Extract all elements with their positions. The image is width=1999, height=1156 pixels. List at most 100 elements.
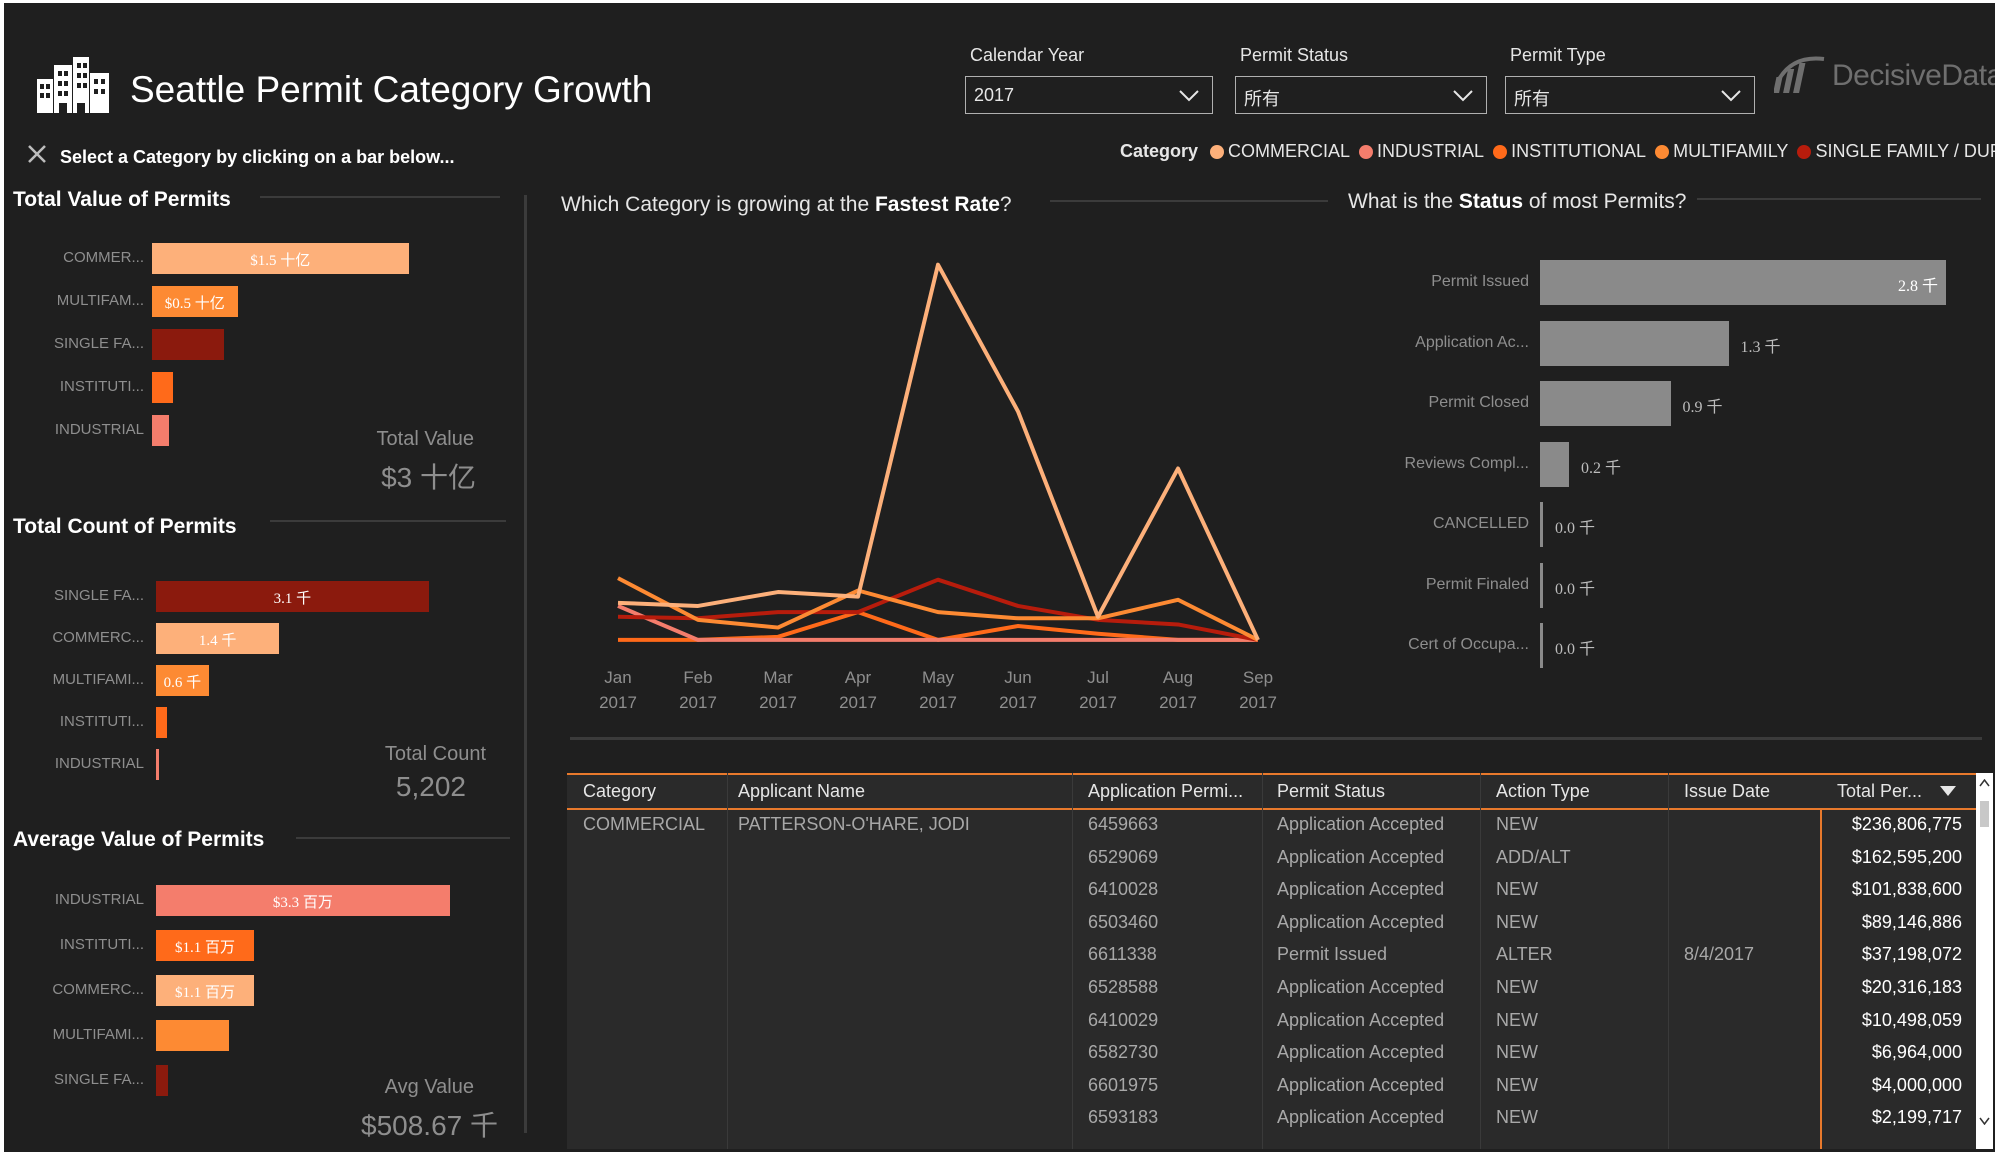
legend-item-industrial[interactable]: INDUSTRIAL (1359, 141, 1484, 162)
legend-item-commercial[interactable]: COMMERCIAL (1210, 141, 1350, 162)
legend-item-multifamily[interactable]: MULTIFAMILY (1655, 141, 1788, 162)
legend-dot (1210, 144, 1225, 159)
table-cell: Application Accepted (1277, 846, 1445, 867)
bar[interactable] (152, 415, 170, 446)
bar-value-label: 3.1 千 (273, 591, 312, 607)
bar-category-label: MULTIFAMI... (52, 671, 144, 688)
table-row[interactable] (567, 876, 1976, 908)
status-value-label: 0.0 千 (1555, 580, 1596, 598)
table-cell: $101,838,600 (1851, 879, 1962, 900)
permit-status-dropdown[interactable]: 所有 (1235, 76, 1487, 114)
status-bar[interactable] (1540, 502, 1543, 547)
status-bar[interactable] (1540, 381, 1671, 426)
table-row[interactable] (567, 909, 1976, 941)
column-separator (524, 195, 527, 1133)
legend-item-institutional[interactable]: INSTITUTIONAL (1493, 141, 1646, 162)
x-tick-label: Mar (763, 668, 793, 687)
bar-category-label: INDUSTRIAL (54, 421, 144, 438)
growth-line-chart[interactable]: Jan 2017 Feb 2017 Mar 2017 Apr 2017 May 2017 Jun 20… (564, 233, 1324, 733)
table-cell: NEW (1496, 814, 1538, 834)
legend-label: COMMERCIAL (1228, 141, 1351, 161)
status-bar[interactable] (1540, 320, 1729, 366)
x-tick-label: 2017 (759, 693, 797, 712)
table-cell: Application Accepted (1277, 977, 1445, 997)
table-row[interactable] (567, 1104, 1976, 1136)
status-value-label: 2.8 千 (1897, 278, 1938, 295)
status-category-label: Permit Finaled (1425, 575, 1529, 593)
table-cell: Application Accepted (1277, 1074, 1445, 1095)
total-count-kpi-label: Total Count (384, 743, 486, 765)
divider-line (270, 520, 506, 522)
table-row[interactable] (567, 1039, 1976, 1071)
table-row[interactable] (567, 1007, 1976, 1039)
column-header[interactable]: Applicant Name (738, 781, 865, 802)
sort-desc-icon[interactable] (1939, 785, 1957, 797)
table-scrollbar[interactable] (1976, 773, 1993, 1149)
table-cell: 6601975 (1088, 1074, 1159, 1095)
table-row[interactable] (567, 844, 1976, 876)
status-bar[interactable] (1540, 562, 1543, 608)
table-row[interactable] (567, 941, 1976, 973)
bar[interactable] (156, 1065, 168, 1096)
bar-value-label: $1.1 百万 (174, 985, 235, 1001)
table-cell: NEW (1496, 879, 1538, 900)
permit-type-dropdown[interactable]: 所有 (1505, 76, 1755, 114)
series-line-commercial[interactable] (617, 262, 1260, 641)
bar-value-label: 0.6 千 (163, 675, 202, 691)
status-bar[interactable] (1540, 623, 1543, 668)
bar-value-label: $3.3 百万 (272, 895, 333, 911)
legend-item-single-family[interactable]: SINGLE FAMILY / DUPLEX (1797, 141, 1995, 162)
permit-status-value: 所有 (1244, 89, 1280, 109)
status-category-label: Reviews Compl... (1404, 454, 1529, 472)
legend-dot (1797, 144, 1812, 159)
x-tick-label: 2017 (599, 693, 637, 712)
bar[interactable] (156, 749, 159, 780)
table-cell: Application Accepted (1277, 1107, 1445, 1128)
legend-label: MULTIFAMILY (1673, 141, 1789, 161)
scroll-down-icon[interactable] (1979, 1117, 1990, 1125)
table-cell: NEW (1496, 911, 1538, 932)
column-header[interactable]: Permit Status (1277, 781, 1385, 802)
column-header[interactable]: Issue Date (1684, 781, 1770, 802)
page-title: Seattle Permit Category Growth (130, 69, 653, 110)
dashboard-canvas: Seattle Permit Category Growth Select a … (4, 3, 1995, 1152)
bar-category-label: INSTITUTI... (59, 713, 144, 730)
bar[interactable] (152, 372, 173, 403)
legend-label: SINGLE FAMILY / DUPLEX (1815, 141, 1995, 161)
table-cell: NEW (1496, 1074, 1538, 1095)
series-line-multifamily[interactable] (617, 576, 1259, 642)
divider-line (570, 737, 1982, 740)
table-cell: NEW (1496, 1107, 1538, 1128)
column-header[interactable]: Category (583, 781, 656, 802)
legend-label: INDUSTRIAL (1377, 141, 1485, 161)
category-legend: Category COMMERCIAL INDUSTRIAL INSTITUTI… (1120, 141, 1995, 162)
bar-category-label: MULTIFAMI... (52, 1026, 144, 1043)
calendar-year-dropdown[interactable]: 2017 (965, 76, 1213, 114)
status-value-label: 1.3 千 (1740, 338, 1781, 356)
total-count-kpi: 5,202 (395, 771, 466, 802)
x-tick-label: Apr (845, 668, 872, 687)
table-cell: ALTER (1496, 944, 1553, 965)
divider-line (260, 196, 500, 198)
x-tick-label: Sep (1243, 668, 1273, 687)
bar[interactable] (156, 1020, 229, 1051)
table-cell: $20,316,183 (1861, 977, 1962, 997)
column-header[interactable]: Total Per... (1837, 781, 1922, 802)
table-cell: $37,198,072 (1861, 944, 1962, 965)
bar[interactable] (156, 707, 167, 738)
total-value-title: Total Value of Permits (13, 188, 231, 211)
scrollbar-thumb[interactable] (1980, 801, 1989, 827)
series-line-single-family-duplex[interactable] (617, 577, 1259, 642)
column-header[interactable]: Application Permi... (1088, 781, 1243, 802)
scroll-up-icon[interactable] (1979, 779, 1990, 787)
table-row[interactable] (567, 974, 1976, 1006)
close-icon[interactable] (26, 143, 48, 165)
status-value-label: 0.9 千 (1682, 399, 1723, 416)
status-bar[interactable] (1540, 441, 1569, 487)
table-cell: $2,199,717 (1871, 1107, 1962, 1128)
table-row[interactable] (567, 1072, 1976, 1104)
status-category-label: Cert of Occupa... (1408, 636, 1529, 653)
column-header[interactable]: Action Type (1496, 781, 1590, 802)
avg-value-title: Average Value of Permits (13, 828, 265, 851)
bar[interactable] (152, 329, 224, 360)
